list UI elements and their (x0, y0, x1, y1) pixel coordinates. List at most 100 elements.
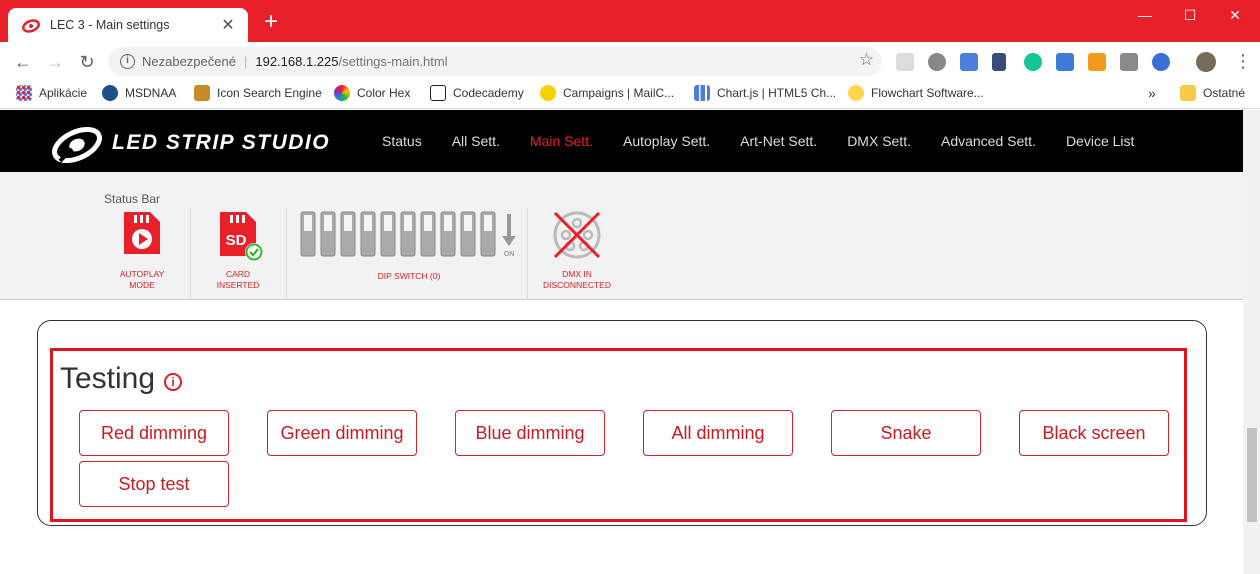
status-bar-heading: Status Bar (104, 192, 161, 206)
testing-info-icon[interactable]: i (164, 373, 182, 391)
bookmark-label: Flowchart Software... (871, 86, 984, 100)
scrollbar-thumb[interactable] (1247, 428, 1257, 522)
menu-advanced-settings[interactable]: Advanced Sett. (941, 133, 1036, 149)
sd-card-check-icon: SD (220, 212, 263, 261)
code-icon[interactable] (1120, 53, 1138, 71)
page-scrollbar[interactable] (1243, 110, 1260, 574)
all-dimming-button[interactable]: All dimming (643, 410, 793, 456)
bookmark-label: Codecademy (453, 86, 524, 100)
bookmarks-bar: Aplikácie MSDNAA Icon Search Engine Colo… (0, 80, 1260, 109)
lightbulb-icon (848, 85, 864, 101)
tab-close-icon[interactable]: ✕ (218, 15, 238, 35)
translate-icon[interactable] (960, 53, 978, 71)
menu-all-settings[interactable]: All Sett. (452, 133, 500, 149)
led-studio-favicon-icon (22, 19, 40, 33)
bookmark-label: Aplikácie (39, 86, 88, 100)
bookmark-label: Color Hex (357, 86, 411, 100)
extension-icon[interactable] (896, 53, 914, 71)
black-screen-button[interactable]: Black screen (1019, 410, 1169, 456)
grammarly-icon[interactable] (1024, 53, 1042, 71)
menu-autoplay-settings[interactable]: Autoplay Sett. (623, 133, 710, 149)
dmx-status: DMX IN DISCONNECTED (534, 208, 620, 291)
browser-toolbar: ← → ↻ i Nezabezpečené | 192.168.1.225 /s… (0, 42, 1260, 80)
bookmark-chartjs[interactable]: Chart.js | HTML5 Ch... (694, 85, 836, 101)
apps-grid-icon (16, 85, 32, 101)
blue-dimming-button[interactable]: Blue dimming (455, 410, 605, 456)
dmx-caption-2: DISCONNECTED (542, 280, 611, 290)
red-dimming-button[interactable]: Red dimming (79, 410, 229, 456)
dip-switch-icon: ON (300, 211, 516, 258)
icon-search-icon (194, 85, 210, 101)
site-menu: Status All Sett. Main Sett. Autoplay Set… (382, 110, 1164, 172)
color-hex-icon (334, 85, 350, 101)
bookmark-label: MSDNAA (125, 86, 177, 100)
site-logo[interactable]: LED STRIP STUDIO (50, 123, 330, 163)
stop-test-button[interactable]: Stop test (79, 461, 229, 507)
chart-extension-icon[interactable] (1088, 53, 1106, 71)
bookmark-apps[interactable]: Aplikácie (16, 85, 87, 101)
dmx-caption-1: DMX IN (562, 269, 592, 279)
site-info-icon[interactable]: i (120, 54, 135, 69)
forward-arrow-icon[interactable]: → (42, 49, 68, 75)
bookmark-mailchimp[interactable]: Campaigns | MailC... (540, 85, 674, 101)
profile-avatar[interactable] (1196, 52, 1216, 72)
page-content: LED STRIP STUDIO Status All Sett. Main S… (0, 110, 1243, 574)
settings-gear-icon[interactable] (928, 53, 946, 71)
cursor-icon[interactable] (992, 53, 1006, 71)
extension-blue-icon[interactable] (1056, 53, 1074, 71)
snake-button[interactable]: Snake (831, 410, 981, 456)
minimize-button[interactable]: — (1122, 0, 1168, 30)
dmx-disconnected-icon (553, 211, 601, 259)
bookmarks-overflow-button[interactable]: » (1148, 85, 1156, 101)
card-caption-1: CARD (225, 269, 251, 279)
bookmark-flowchart[interactable]: Flowchart Software... (848, 85, 984, 101)
mailchimp-icon (540, 85, 556, 101)
menu-main-settings[interactable]: Main Sett. (530, 133, 593, 149)
bookmark-msdnaa[interactable]: MSDNAA (102, 85, 176, 101)
menu-device-list[interactable]: Device List (1066, 133, 1134, 149)
new-tab-button[interactable]: + (258, 10, 284, 36)
maximize-button[interactable]: ☐ (1167, 0, 1213, 30)
status-divider (286, 208, 287, 300)
autoplay-status: AUTOPLAY MODE (110, 208, 174, 291)
testing-section: Testing i Red dimming Green dimming Blue… (50, 348, 1187, 522)
back-arrow-icon[interactable]: ← (10, 49, 36, 75)
bookmark-label: Icon Search Engine (217, 86, 322, 100)
menu-artnet-settings[interactable]: Art-Net Sett. (740, 133, 817, 149)
bookmark-star-icon[interactable]: ☆ (859, 50, 874, 70)
bookmark-label: Ostatné (1203, 86, 1246, 100)
menu-dmx-settings[interactable]: DMX Sett. (847, 133, 911, 149)
bookmark-label: Chart.js | HTML5 Ch... (717, 86, 837, 100)
settings-card: Testing i Red dimming Green dimming Blue… (37, 320, 1207, 526)
url-host: 192.168.1.225 (255, 54, 339, 69)
menu-kebab-icon[interactable]: ⋮ (1234, 51, 1252, 72)
green-dimming-button[interactable]: Green dimming (267, 410, 417, 456)
address-bar[interactable]: i Nezabezpečené | 192.168.1.225 /setting… (108, 47, 882, 76)
status-divider (527, 208, 528, 300)
dip-switch-status: ON DIP SWITCH (0) (296, 208, 522, 282)
menu-status[interactable]: Status (382, 133, 422, 149)
bookmark-icon-search[interactable]: Icon Search Engine (194, 85, 322, 101)
tab-title: LEC 3 - Main settings (50, 18, 170, 32)
card-caption-2: INSERTED (216, 280, 260, 290)
url-path: /settings-main.html (338, 54, 448, 69)
security-label: Nezabezpečené (142, 54, 236, 69)
chart-icon (694, 85, 710, 101)
status-bar: Status Bar AUTOPLAY MODE SD CARD INSERTE… (0, 172, 1243, 300)
site-navbar: LED STRIP STUDIO Status All Sett. Main S… (0, 110, 1243, 172)
card-status: SD CARD INSERTED (206, 208, 270, 291)
close-window-button[interactable]: ✕ (1212, 0, 1258, 30)
separator: | (243, 54, 248, 69)
browser-tab[interactable]: LEC 3 - Main settings ✕ (8, 8, 248, 42)
codecademy-icon (430, 85, 446, 101)
bookmark-codecademy[interactable]: Codecademy (430, 85, 524, 101)
sd-icon-text: SD (226, 232, 247, 249)
status-divider (190, 208, 191, 300)
bookmark-color-hex[interactable]: Color Hex (334, 85, 410, 101)
logo-text: LED STRIP STUDIO (112, 131, 331, 154)
reload-icon[interactable]: ↻ (74, 49, 100, 75)
autoplay-caption-1: AUTOPLAY (119, 269, 165, 279)
dip-switch-caption: DIP SWITCH (0) (377, 271, 441, 281)
r-extension-icon[interactable] (1152, 53, 1170, 71)
other-bookmarks-folder[interactable]: Ostatné (1180, 85, 1245, 101)
